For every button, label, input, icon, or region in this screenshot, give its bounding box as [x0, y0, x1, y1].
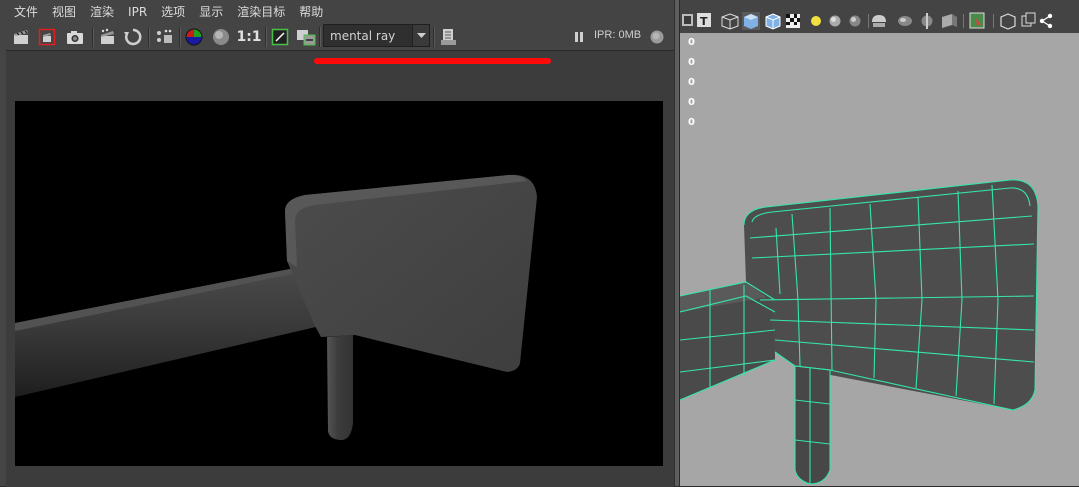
annotation-underline [314, 58, 551, 64]
keep-image-icon[interactable] [295, 26, 317, 48]
menu-file[interactable]: 文件 [7, 0, 45, 24]
menu-view[interactable]: 视图 [45, 0, 83, 24]
rendered-image[interactable] [15, 101, 663, 466]
menu-display[interactable]: 显示 [192, 0, 230, 24]
refresh-icon[interactable] [122, 26, 144, 48]
redo-render-icon[interactable] [11, 26, 31, 48]
rgb-channel-icon[interactable] [183, 26, 205, 48]
render-view-window: 文件 视图 渲染 IPR 选项 显示 渲染目标 帮助 1:1 mental ra… [0, 0, 674, 487]
render-settings-icon[interactable] [153, 26, 175, 48]
pause-icon[interactable] [571, 26, 587, 48]
menu-render[interactable]: 渲染 [83, 0, 121, 24]
display-region-icon[interactable] [270, 26, 290, 48]
menu-options[interactable]: 选项 [154, 0, 192, 24]
render-log-icon[interactable] [438, 26, 460, 48]
wireframe-model[interactable] [680, 0, 1079, 486]
menu-ipr[interactable]: IPR [121, 0, 154, 24]
chevron-down-icon[interactable] [412, 25, 429, 46]
renderer-dropdown[interactable]: mental ray [323, 24, 430, 47]
ipr-memory-status: IPR: 0MB [594, 29, 642, 41]
render-region-icon[interactable] [37, 26, 57, 48]
render-sequence-icon[interactable] [97, 26, 117, 48]
maya-viewport-panel[interactable]: T 0 0 0 0 0 [680, 0, 1079, 486]
menu-bar: 文件 视图 渲染 IPR 选项 显示 渲染目标 帮助 [0, 0, 674, 24]
renderer-value: mental ray [330, 28, 396, 43]
menu-render-target[interactable]: 渲染目标 [230, 0, 292, 24]
alpha-channel-icon[interactable] [210, 26, 232, 48]
menu-help[interactable]: 帮助 [292, 0, 330, 24]
real-size-button[interactable]: 1:1 [236, 26, 262, 48]
snapshot-icon[interactable] [64, 26, 86, 48]
ipr-indicator-icon [648, 26, 666, 48]
